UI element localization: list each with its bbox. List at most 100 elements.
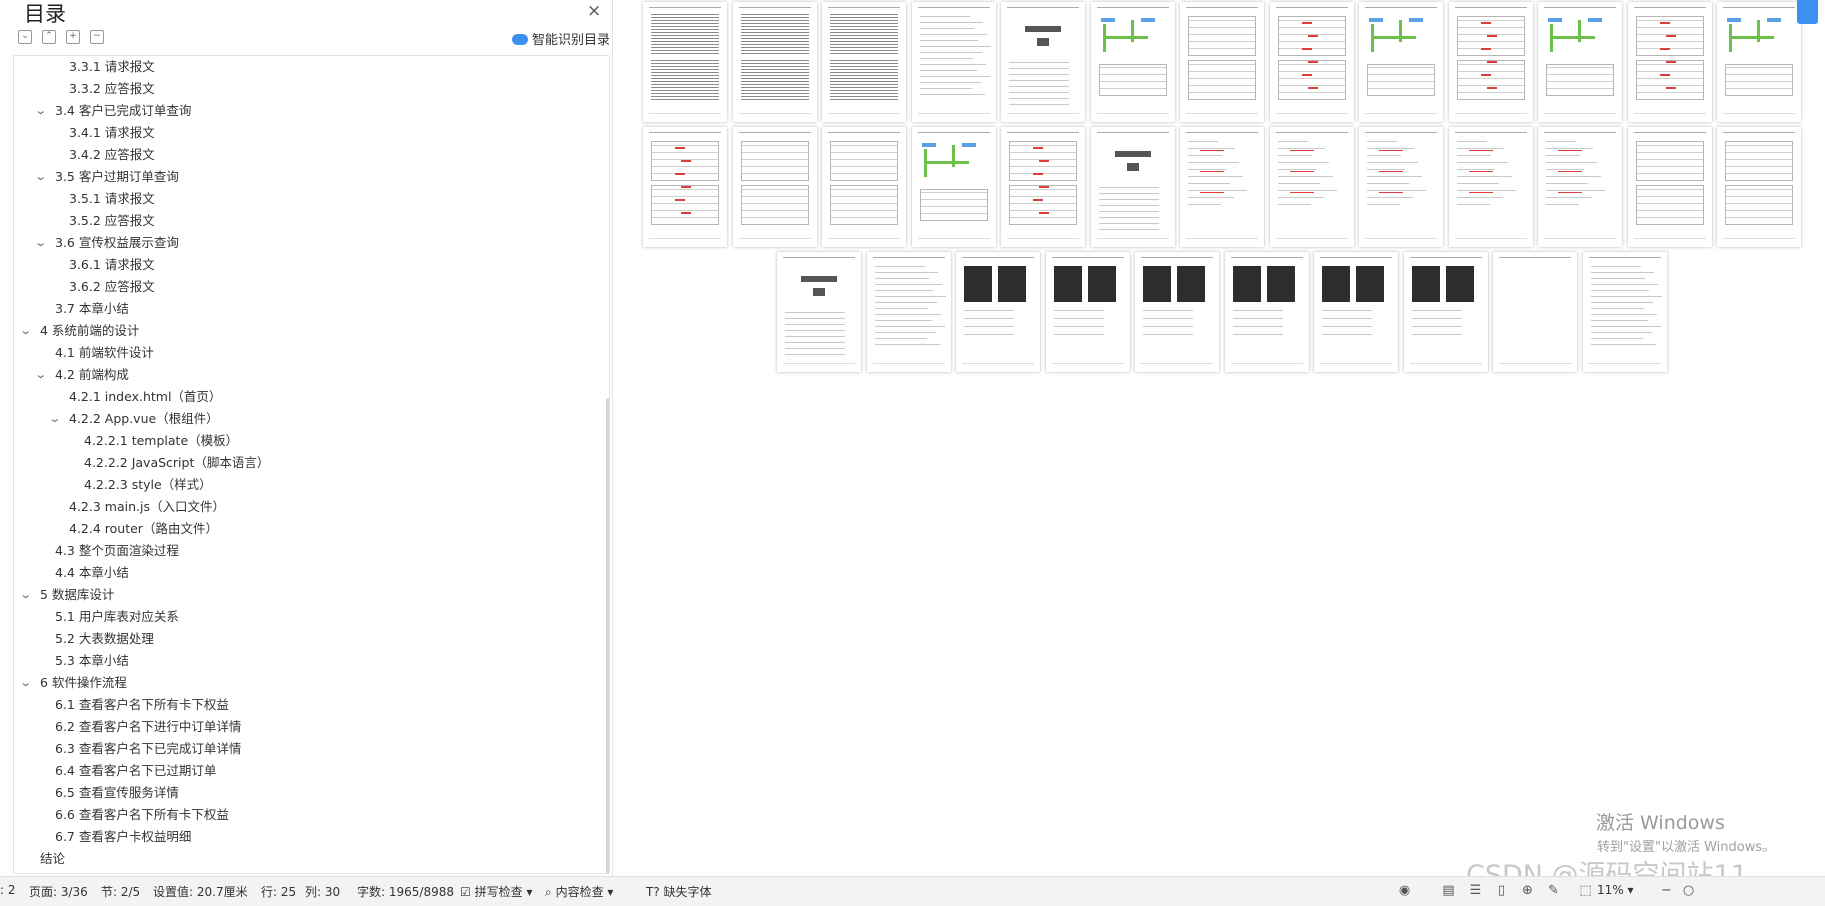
page-thumbnail[interactable] [1627, 127, 1712, 247]
toc-item[interactable]: 6.7 查看客户卡权益明细 [55, 826, 191, 848]
status-word-count[interactable]: 字数: 1965/8988 [357, 883, 454, 900]
page-thumbnail[interactable] [732, 2, 817, 122]
page-thumbnail[interactable] [822, 127, 906, 247]
chevron-down-icon[interactable]: ⌄ [34, 166, 54, 188]
page-thumbnail[interactable] [643, 2, 727, 122]
toc-item[interactable]: 4.3 整个页面渲染过程 [55, 540, 179, 562]
chevron-down-icon[interactable]: ⌄ [48, 408, 68, 430]
page-thumbnail[interactable] [866, 252, 951, 372]
toc-item[interactable]: ⌄ 6 软件操作流程 [19, 672, 127, 694]
page-thumbnail[interactable] [1538, 127, 1622, 247]
page-thumbnail[interactable] [822, 2, 906, 122]
toc-item[interactable]: 5.1 用户库表对应关系 [55, 606, 179, 628]
toc-scrollbar[interactable] [606, 398, 609, 873]
zoom-out-icon[interactable]: − [1659, 883, 1674, 898]
page-fit-icon[interactable]: ⬚ [1578, 883, 1593, 898]
toc-item[interactable]: 3.5.2 应答报文 [69, 210, 155, 232]
toc-item[interactable]: 6.6 查看客户名下所有卡下权益 [55, 804, 229, 826]
page-thumbnail[interactable] [1090, 2, 1175, 122]
page-thumbnail[interactable] [643, 127, 727, 247]
page-thumbnail[interactable] [1135, 252, 1219, 372]
outline-view-icon[interactable]: ☰ [1468, 883, 1483, 898]
toc-tree[interactable]: 3.3.1 请求报文 3.3.2 应答报文 ⌄ 3.4 客户已完成订单查询 3.4.1 … [13, 55, 610, 874]
page-thumbnail[interactable] [1090, 127, 1175, 247]
toc-item[interactable]: 6.3 查看客户名下已完成订单详情 [55, 738, 241, 760]
content-check-button[interactable]: ⌕ 内容检查 ▾ [545, 883, 613, 900]
toc-item[interactable]: 3.4.1 请求报文 [69, 122, 155, 144]
page-thumbnail[interactable] [1269, 2, 1354, 122]
page-thumbnail[interactable] [1045, 252, 1130, 372]
toc-item[interactable]: ⌄ 4.2.2 App.vue（根组件） [48, 408, 218, 430]
toc-item[interactable]: 4.2.1 index.html（首页） [69, 386, 221, 408]
spell-check-button[interactable]: ☑ 拼写检查 ▾ [460, 883, 532, 900]
page-view-icon[interactable]: ▤ [1441, 883, 1456, 898]
zoom-level[interactable]: 11% ▾ [1597, 883, 1634, 897]
status-page[interactable]: 页面: 3/36 [29, 883, 88, 900]
eye-protect-icon[interactable]: ◉ [1397, 883, 1412, 898]
missing-font-button[interactable]: T? 缺失字体 [646, 883, 712, 900]
chevron-down-icon[interactable]: ⌄ [19, 672, 39, 694]
chevron-down-icon[interactable]: ⌄ [34, 364, 54, 386]
web-view-icon[interactable]: ⊕ [1520, 883, 1535, 898]
page-thumbnail[interactable] [1180, 127, 1264, 247]
chevron-down-icon[interactable]: ⌄ [19, 584, 39, 606]
page-thumbnail[interactable] [1717, 127, 1801, 247]
page-thumbnail[interactable] [1001, 127, 1085, 247]
chevron-down-icon[interactable]: ⌄ [34, 100, 54, 122]
page-thumbnail[interactable] [777, 252, 861, 372]
page-thumbnail[interactable] [1359, 127, 1443, 247]
toc-item[interactable]: 6.4 查看客户名下已过期订单 [55, 760, 216, 782]
toc-item[interactable]: 4.2.3 main.js（入口文件） [69, 496, 225, 518]
write-view-icon[interactable]: ✎ [1546, 883, 1561, 898]
page-thumbnail[interactable] [1180, 2, 1264, 122]
toc-item[interactable]: 3.6.1 请求报文 [69, 254, 155, 276]
toc-item[interactable]: 3.5.1 请求报文 [69, 188, 155, 210]
toc-item[interactable]: ⌄ 3.6 宣传权益展示查询 [34, 232, 179, 254]
smart-toc-button[interactable]: 智能识别目录 [512, 29, 610, 48]
toc-item[interactable]: ⌄ 3.5 客户过期订单查询 [34, 166, 179, 188]
page-thumbnail[interactable] [956, 252, 1040, 372]
toc-item[interactable]: 4.4 本章小结 [55, 562, 129, 584]
toc-item[interactable]: 4.1 前端软件设计 [55, 342, 154, 364]
toc-item[interactable]: 3.7 本章小结 [55, 298, 129, 320]
page-thumbnail[interactable] [1717, 2, 1801, 122]
toc-item[interactable]: 3.3.2 应答报文 [69, 78, 155, 100]
toc-item[interactable]: 4.2.2.2 JavaScript（脚本语言） [84, 452, 269, 474]
page-thumbnail[interactable] [911, 2, 996, 122]
toc-item[interactable]: 4.2.2.3 style（样式） [84, 474, 212, 496]
toc-item[interactable]: 6.2 查看客户名下进行中订单详情 [55, 716, 241, 738]
toc-item[interactable]: 6.1 查看客户名下所有卡下权益 [55, 694, 229, 716]
toc-item[interactable]: 3.3.1 请求报文 [69, 56, 155, 78]
toc-item[interactable]: ⌄ 3.4 客户已完成订单查询 [34, 100, 191, 122]
toc-item[interactable]: 3.6.2 应答报文 [69, 276, 155, 298]
toc-item[interactable]: ⌄ 4 系统前端的设计 [19, 320, 139, 342]
toc-item[interactable]: 4.2.4 router（路由文件） [69, 518, 218, 540]
collapse-all-icon[interactable]: ⌄ [18, 30, 32, 44]
toc-item[interactable]: 4.2.2.1 template（模板） [84, 430, 238, 452]
close-icon[interactable]: × [587, 1, 601, 21]
page-thumbnail[interactable] [1448, 127, 1533, 247]
toc-item[interactable]: 结论 [40, 848, 65, 870]
expand-up-icon[interactable]: ⌃ [42, 30, 56, 44]
page-thumbnail[interactable] [1448, 2, 1533, 122]
toc-item[interactable]: 5.2 大表数据处理 [55, 628, 154, 650]
page-thumbnail[interactable] [1001, 2, 1085, 122]
page-thumbnail[interactable] [1403, 252, 1488, 372]
page-thumbnail[interactable] [1582, 252, 1667, 372]
page-thumbnail[interactable] [732, 127, 817, 247]
chevron-down-icon[interactable]: ⌄ [34, 232, 54, 254]
page-thumbnail[interactable] [1627, 2, 1712, 122]
page-thumbnail[interactable] [911, 127, 996, 247]
page-thumbnail[interactable] [1538, 2, 1622, 122]
page-thumbnail[interactable] [1359, 2, 1443, 122]
toc-item[interactable]: 5.3 本章小结 [55, 650, 129, 672]
remove-heading-icon[interactable]: − [90, 30, 104, 44]
zoom-slider-icon[interactable]: ○ [1681, 883, 1696, 898]
page-thumbnail[interactable] [1269, 127, 1354, 247]
toc-item[interactable]: ⌄ 4.2 前端构成 [34, 364, 129, 386]
page-thumbnail[interactable] [1224, 252, 1309, 372]
chevron-down-icon[interactable]: ⌄ [19, 320, 39, 342]
page-thumbnail[interactable] [1314, 252, 1398, 372]
location-pin-icon[interactable] [1797, 0, 1818, 24]
toc-item[interactable]: 6.5 查看宣传服务详情 [55, 782, 179, 804]
